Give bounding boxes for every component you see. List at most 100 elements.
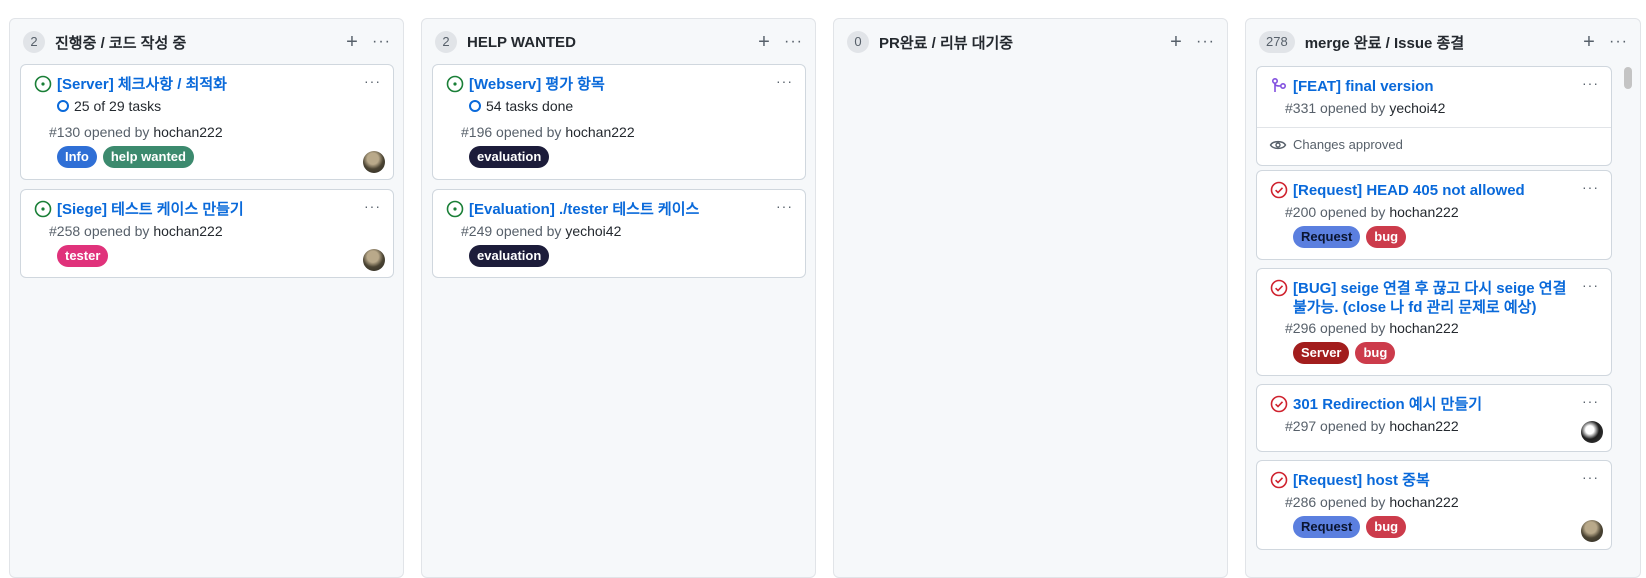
pr-author-link[interactable]: yechoi42 [1389, 100, 1445, 116]
pr-number-text: #331 opened by [1285, 100, 1390, 116]
issue-closed-icon [1270, 181, 1288, 199]
column-menu-button[interactable]: ··· [372, 31, 391, 53]
issue-number-text: #286 opened by [1285, 494, 1390, 510]
label-badge[interactable]: bug [1366, 516, 1407, 538]
column-menu-button[interactable]: ··· [784, 31, 803, 53]
issue-author-link[interactable]: hochan222 [1389, 320, 1458, 336]
issue-card[interactable]: [Webserv] 평가 항목 ··· 54 tasks done #196 o… [432, 64, 806, 180]
issue-author-link[interactable]: hochan222 [153, 124, 222, 140]
git-merge-icon [1271, 77, 1287, 92]
issue-number-text: #249 opened by [461, 223, 566, 239]
column-title: 진행중 / 코드 작성 중 [55, 34, 187, 52]
label-badge[interactable]: Info [57, 146, 97, 168]
issue-author-link[interactable]: hochan222 [565, 124, 634, 140]
issue-meta: #297 opened by hochan222 [1285, 418, 1459, 434]
issue-title-link[interactable]: [Request] host 중복 [1293, 471, 1599, 490]
issue-title-link[interactable]: 301 Redirection 예시 만들기 [1293, 395, 1599, 414]
assignee-avatar[interactable] [363, 249, 385, 271]
card-menu-button[interactable]: ··· [776, 73, 793, 89]
issue-title-link[interactable]: [Request] HEAD 405 not allowed [1293, 181, 1599, 200]
add-card-button[interactable]: + [1164, 31, 1188, 53]
label-badge[interactable]: Request [1293, 226, 1361, 248]
issue-number-text: #130 opened by [49, 124, 154, 140]
issue-card[interactable]: [Server] 체크사항 / 최적화 ··· 25 of 29 tasks #… [20, 64, 394, 180]
column-header: 2 진행중 / 코드 작성 중 + ··· [10, 19, 403, 65]
issue-number-text: #296 opened by [1285, 320, 1390, 336]
label-badge[interactable]: Server [1293, 342, 1350, 364]
issue-meta: #200 opened by hochan222 [1285, 204, 1459, 220]
column-card-count: 2 [435, 31, 457, 53]
task-progress-text: 54 tasks done [486, 98, 574, 114]
label-badge[interactable]: tester [57, 245, 109, 267]
issue-author-link[interactable]: hochan222 [1389, 204, 1458, 220]
column-scrollbar[interactable] [1622, 63, 1634, 573]
assignee-avatar[interactable] [1581, 421, 1603, 443]
label-badge[interactable]: Request [1293, 516, 1361, 538]
column-card-count: 0 [847, 31, 869, 53]
issue-meta: #130 opened by hochan222 [49, 124, 223, 140]
label-badge[interactable]: bug [1366, 226, 1407, 248]
card-menu-button[interactable]: ··· [1582, 179, 1599, 195]
issue-meta: #286 opened by hochan222 [1285, 494, 1459, 510]
label-badge[interactable]: evaluation [469, 245, 550, 267]
column-header: 0 PR완료 / 리뷰 대기중 + ··· [834, 19, 1227, 65]
card-menu-button[interactable]: ··· [1582, 393, 1599, 409]
card-menu-button[interactable]: ··· [776, 198, 793, 214]
issue-title-link[interactable]: [Siege] 테스트 케이스 만들기 [57, 200, 381, 219]
column-in-progress: 2 진행중 / 코드 작성 중 + ··· [Server] 체크사항 / 최적… [9, 18, 404, 578]
label-list: Request bug [1293, 516, 1407, 538]
issue-meta: #296 opened by hochan222 [1285, 320, 1459, 336]
column-card-count: 2 [23, 31, 45, 53]
add-card-button[interactable]: + [752, 31, 776, 53]
card-menu-button[interactable]: ··· [1582, 469, 1599, 485]
label-badge[interactable]: evaluation [469, 146, 550, 168]
card-menu-button[interactable]: ··· [1582, 75, 1599, 91]
issue-card[interactable]: [Siege] 테스트 케이스 만들기 ··· #258 opened by h… [20, 189, 394, 278]
issue-card[interactable]: [Evaluation] ./tester 테스트 케이스 ··· #249 o… [432, 189, 806, 278]
column-header: 278 merge 완료 / Issue 종결 + ··· [1246, 19, 1640, 65]
issue-author-link[interactable]: yechoi42 [565, 223, 621, 239]
issue-author-link[interactable]: hochan222 [153, 223, 222, 239]
assignee-avatar[interactable] [1581, 520, 1603, 542]
task-progress-text: 25 of 29 tasks [74, 98, 162, 114]
column-title: HELP WANTED [467, 33, 576, 51]
issue-title-link[interactable]: [Evaluation] ./tester 테스트 케이스 [469, 200, 793, 219]
project-board: 2 진행중 / 코드 작성 중 + ··· [Server] 체크사항 / 최적… [0, 0, 1646, 578]
card-menu-button[interactable]: ··· [364, 198, 381, 214]
add-card-button[interactable]: + [1577, 31, 1601, 53]
issue-author-link[interactable]: hochan222 [1389, 418, 1458, 434]
pull-request-card[interactable]: [FEAT] final version ··· #331 opened by … [1256, 66, 1612, 166]
issue-opened-icon [34, 200, 52, 218]
issue-card[interactable]: [Request] host 중복 ··· #286 opened by hoc… [1256, 460, 1612, 550]
column-menu-button[interactable]: ··· [1609, 31, 1628, 53]
column-title: merge 완료 / Issue 종결 [1304, 34, 1465, 52]
issue-author-link[interactable]: hochan222 [1389, 494, 1458, 510]
issue-card[interactable]: [Request] HEAD 405 not allowed ··· #200 … [1256, 170, 1612, 260]
pr-title-link[interactable]: [FEAT] final version [1293, 77, 1599, 96]
assignee-avatar[interactable] [363, 151, 385, 173]
issue-closed-icon [1270, 471, 1288, 489]
column-help-wanted: 2 HELP WANTED + ··· [Webserv] 평가 항목 ··· … [421, 18, 816, 578]
issue-title-link[interactable]: [Webserv] 평가 항목 [469, 75, 793, 94]
add-card-button[interactable]: + [340, 31, 364, 53]
issue-card[interactable]: 301 Redirection 예시 만들기 ··· #297 opened b… [1256, 384, 1612, 452]
issue-number-text: #200 opened by [1285, 204, 1390, 220]
card-menu-button[interactable]: ··· [1582, 277, 1599, 293]
issue-opened-icon [446, 200, 464, 218]
card-menu-button[interactable]: ··· [364, 73, 381, 89]
label-list: evaluation [469, 245, 550, 267]
scrollbar-thumb[interactable] [1624, 67, 1632, 89]
column-title: PR완료 / 리뷰 대기중 [879, 34, 1014, 52]
issue-title-link[interactable]: [BUG] seige 연결 후 끊고 다시 seige 연결 불가능. (cl… [1293, 279, 1599, 317]
issue-number-text: #258 opened by [49, 223, 154, 239]
column-header: 2 HELP WANTED + ··· [422, 19, 815, 65]
issue-number-text: #297 opened by [1285, 418, 1390, 434]
issue-closed-icon [1270, 279, 1288, 297]
label-badge[interactable]: bug [1355, 342, 1396, 364]
issue-title-link[interactable]: [Server] 체크사항 / 최적화 [57, 75, 381, 94]
issue-number-text: #196 opened by [461, 124, 566, 140]
label-badge[interactable]: help wanted [102, 146, 194, 168]
column-menu-button[interactable]: ··· [1196, 31, 1215, 53]
card-divider [1257, 127, 1611, 128]
issue-card[interactable]: [BUG] seige 연결 후 끊고 다시 seige 연결 불가능. (cl… [1256, 268, 1612, 376]
